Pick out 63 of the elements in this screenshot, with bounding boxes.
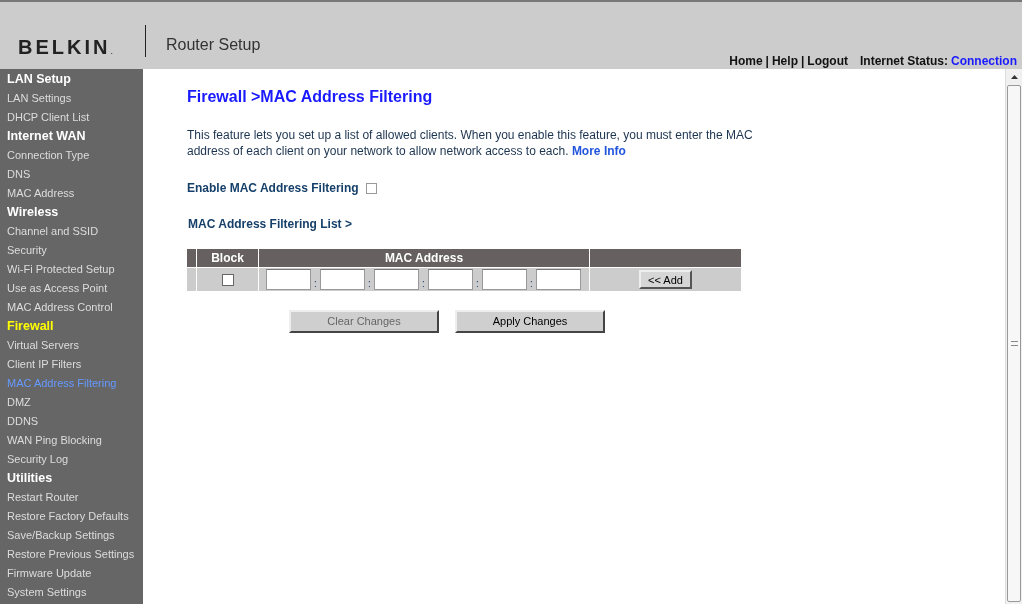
description-text: This feature lets you set up a list of allowed clients. When you enable this feature, you must enter the MAC address of each client on your network to allow network access to each. More Info xyxy=(187,127,754,159)
mac-field[interactable] xyxy=(374,269,419,290)
sidebar-heading[interactable]: Firewall xyxy=(0,317,143,336)
more-info-link[interactable]: More Info xyxy=(571,144,626,158)
sidebar-item[interactable]: Firmware Update xyxy=(0,564,143,583)
mac-field[interactable] xyxy=(428,269,473,290)
page-title: Firewall >MAC Address Filtering xyxy=(187,87,434,107)
table-header xyxy=(187,249,196,267)
field-separator: : xyxy=(475,277,480,291)
sidebar-heading[interactable]: Internet WAN xyxy=(0,127,143,146)
sidebar-item[interactable]: Client IP Filters xyxy=(0,355,143,374)
sidebar-item[interactable]: Security Log xyxy=(0,450,143,469)
field-separator: : xyxy=(421,277,426,291)
sidebar-item[interactable]: Security xyxy=(0,241,143,260)
sidebar-item[interactable]: Restore Previous Settings xyxy=(0,545,143,564)
mac-field[interactable] xyxy=(482,269,527,290)
sidebar-item[interactable]: Save/Backup Settings xyxy=(0,526,143,545)
sidebar-item[interactable]: DHCP Client List xyxy=(0,108,143,127)
sidebar-heading[interactable]: Utilities xyxy=(0,469,143,488)
add-button[interactable]: << Add xyxy=(639,270,692,289)
grip-icon xyxy=(1010,341,1018,346)
list-heading: MAC Address Filtering List > xyxy=(188,216,353,233)
scrollbar-thumb[interactable] xyxy=(1007,85,1021,602)
enable-label: Enable MAC Address Filtering xyxy=(187,180,359,197)
sidebar-heading[interactable]: Wireless xyxy=(0,203,143,222)
sidebar-item[interactable]: MAC Address Control xyxy=(0,298,143,317)
sidebar-item[interactable]: LAN Settings xyxy=(0,89,143,108)
field-separator: : xyxy=(367,277,372,291)
header-link[interactable]: Logout xyxy=(807,52,848,70)
sidebar-item[interactable]: WAN Ping Blocking xyxy=(0,431,143,450)
up-arrow-icon xyxy=(1010,75,1018,79)
link-separator: | xyxy=(764,53,770,70)
column-header: MAC Address xyxy=(259,249,589,267)
sidebar-item[interactable]: Restore Factory Defaults xyxy=(0,507,143,526)
status-link[interactable]: Connection xyxy=(951,52,1017,70)
header-link[interactable]: Help xyxy=(771,52,798,70)
sidebar-item[interactable]: System Settings xyxy=(0,583,143,602)
sidebar-item[interactable]: Wi-Fi Protected Setup xyxy=(0,260,143,279)
enable-checkbox[interactable] xyxy=(365,182,377,194)
mac-field[interactable] xyxy=(536,269,581,290)
sidebar-item[interactable]: Channel and SSID xyxy=(0,222,143,241)
mac-field[interactable] xyxy=(266,269,311,290)
header-link[interactable]: Home xyxy=(729,52,763,70)
sidebar-item[interactable]: Connection Type xyxy=(0,146,143,165)
sidebar-item[interactable]: Use as Access Point xyxy=(0,279,143,298)
sidebar-item[interactable]: DMZ xyxy=(0,393,143,412)
mac-field[interactable] xyxy=(320,269,365,290)
brand-logo: BELKIN. xyxy=(18,35,113,60)
sidebar-item[interactable]: Restart Router xyxy=(0,488,143,507)
field-separator: : xyxy=(313,277,318,291)
link-separator: | xyxy=(799,53,806,70)
apply-changes-button[interactable]: Apply Changes xyxy=(455,310,605,333)
column-header: Block xyxy=(197,249,258,267)
sidebar-item[interactable]: DNS xyxy=(0,165,143,184)
field-separator: : xyxy=(529,277,534,291)
sidebar-item[interactable]: DDNS xyxy=(0,412,143,431)
scrollbar[interactable] xyxy=(1005,69,1022,604)
sidebar-item[interactable]: MAC Address xyxy=(0,184,143,203)
block-checkbox[interactable] xyxy=(221,273,234,286)
sidebar-item[interactable]: Virtual Servers xyxy=(0,336,143,355)
sidebar-heading[interactable]: LAN Setup xyxy=(0,70,143,89)
status-label: Internet Status: xyxy=(860,53,948,70)
product-title: Router Setup xyxy=(166,35,261,55)
